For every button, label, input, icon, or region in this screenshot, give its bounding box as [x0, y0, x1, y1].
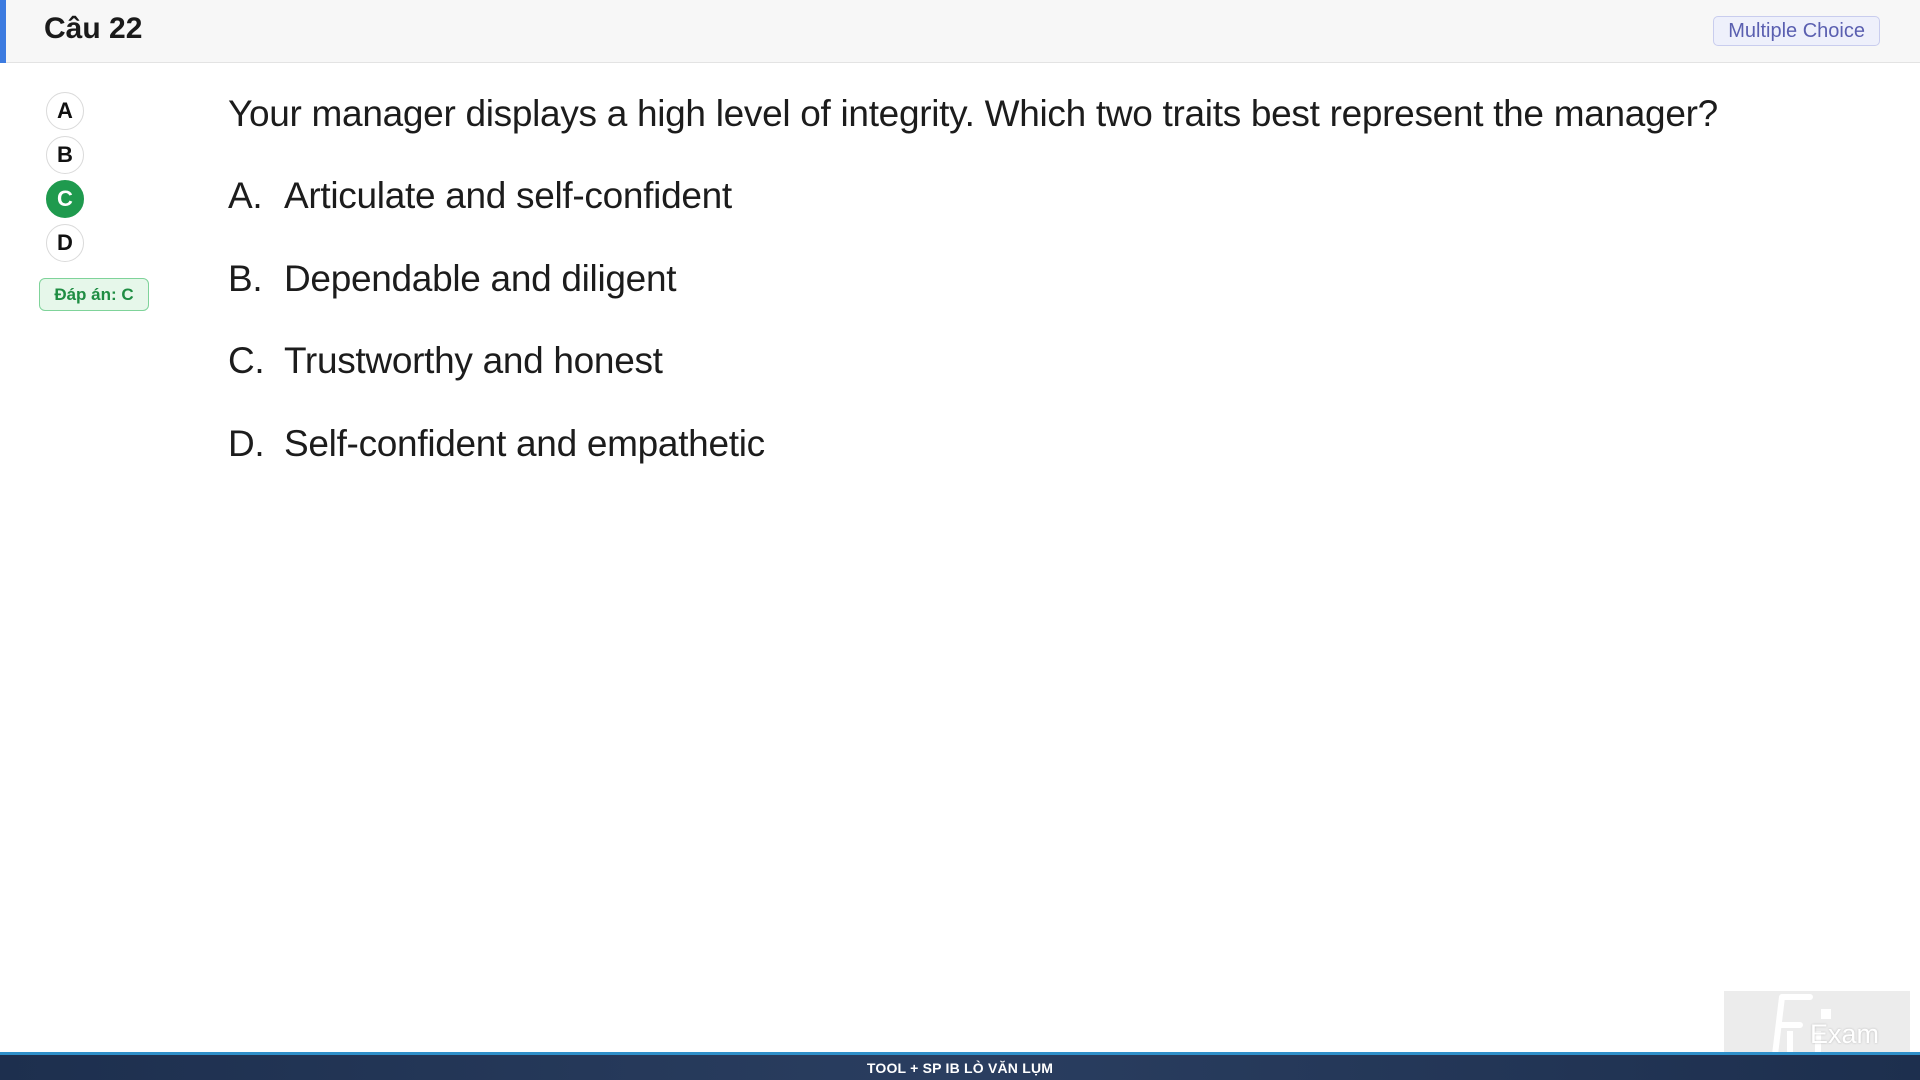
answer-letter: D.	[228, 422, 265, 464]
footer-bar: TOOL + SP IB LÒ VĂN LỤM	[0, 1052, 1920, 1080]
answer-option-c: C. Trustworthy and honest	[228, 340, 1718, 423]
option-button-c[interactable]: C	[46, 180, 84, 218]
answer-text: Articulate and self-confident	[284, 175, 732, 216]
answer-letter: A.	[228, 175, 263, 216]
header-accent-bar	[0, 0, 6, 63]
question-text: Your manager displays a high level of in…	[228, 93, 1718, 134]
option-button-b[interactable]: B	[46, 136, 84, 174]
question-type-badge: Multiple Choice	[1713, 16, 1880, 46]
answer-option-b: B. Dependable and diligent	[228, 258, 1718, 341]
answer-text: Dependable and diligent	[284, 257, 677, 299]
footer-text: TOOL + SP IB LÒ VĂN LỤM	[866, 1059, 1054, 1076]
answer-option-a: A. Articulate and self-confident	[228, 175, 1718, 258]
option-button-d[interactable]: D	[46, 224, 84, 262]
answer-letter: B.	[228, 257, 263, 299]
option-button-a[interactable]: A	[46, 92, 84, 130]
answer-letter: C.	[228, 340, 265, 381]
option-selector: A B C D	[46, 92, 86, 268]
logo-text: Exam	[1810, 1019, 1880, 1049]
question-header: Câu 22 Multiple Choice	[0, 0, 1920, 63]
answer-option-d: D. Self-confident and empathetic	[228, 423, 1718, 506]
answer-text: Trustworthy and honest	[284, 340, 663, 381]
answer-badge: Đáp án: C	[39, 278, 149, 311]
question-content: Your manager displays a high level of in…	[228, 93, 1718, 505]
answer-text: Self-confident and empathetic	[284, 422, 765, 464]
question-number: Câu 22	[44, 12, 143, 45]
